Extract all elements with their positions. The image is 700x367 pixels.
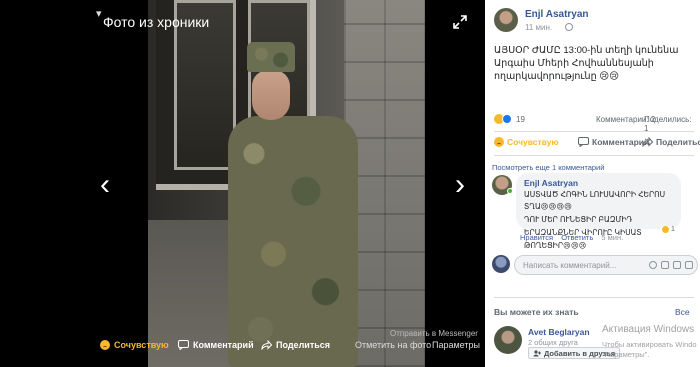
comment-actions: Нравится Ответить 5 мин. <box>520 233 629 242</box>
online-status-dot <box>507 188 513 194</box>
comment-icon <box>178 340 189 350</box>
sad-emoji-icon <box>494 137 504 147</box>
divider <box>494 297 694 298</box>
windows-activation-watermark: Активация Windows <box>602 324 695 335</box>
post-photo[interactable] <box>148 0 425 367</box>
subject-face <box>252 70 290 120</box>
photo-options-button[interactable]: Параметры <box>432 340 480 350</box>
author-avatar[interactable] <box>494 8 518 32</box>
viewer-share-button[interactable]: Поделиться <box>261 340 330 350</box>
comment-reply-link[interactable]: Ответить <box>561 233 593 242</box>
post-side-panel: Enjl Asatryan 11 мин. ԱՅՍՕՐ ԺԱՄԸ 13:00-ի… <box>485 0 700 367</box>
viewer-sympathy-button[interactable]: Сочувствую <box>100 340 169 350</box>
share-icon <box>642 137 653 147</box>
suggested-friend-name[interactable]: Avet Beglaryan <box>528 327 590 337</box>
send-in-messenger-link[interactable]: Отправить в Messenger <box>390 329 478 338</box>
comment-timestamp[interactable]: 5 мин. <box>601 233 623 242</box>
people-you-may-know-header: Вы можете их знать <box>494 307 579 317</box>
viewer-sympathy-label: Сочувствую <box>114 340 169 350</box>
reaction-icons <box>494 114 512 124</box>
post-actions: Сочувствую Комментарий Поделиться <box>494 137 700 149</box>
divider <box>494 131 694 132</box>
post-sympathy-label: Сочувствую <box>507 137 559 147</box>
composer-icons <box>649 261 693 269</box>
comment-like-link[interactable]: Нравится <box>520 233 553 242</box>
sad-reaction-icon <box>662 226 669 233</box>
next-photo-arrow-icon[interactable]: › <box>455 170 475 200</box>
reactions-summary[interactable]: 19 Комментарии: 2 Поделились: 1 <box>494 114 694 133</box>
viewer-comment-label: Комментарий <box>193 340 254 350</box>
post-share-label: Поделиться <box>656 137 700 147</box>
sticker-icon[interactable] <box>685 261 693 269</box>
post-comment-button[interactable]: Комментарий <box>578 137 649 147</box>
windows-activation-line: "Параметры". <box>602 350 650 359</box>
subject-uniform <box>228 116 358 367</box>
add-friend-icon <box>533 349 541 356</box>
subject-cap <box>247 42 295 72</box>
view-more-comments-link[interactable]: Посмотреть еще 1 комментарий <box>492 163 604 172</box>
divider <box>494 155 694 156</box>
comment-icon <box>578 137 589 147</box>
reactions-count: 19 <box>516 115 525 124</box>
comment-input-placeholder: Написать комментарий... <box>523 261 617 270</box>
post-share-button[interactable]: Поделиться <box>642 137 700 147</box>
comment-author[interactable]: Enjl Asatryan <box>524 178 673 188</box>
tag-photo-button[interactable]: Отметить на фото <box>355 340 431 350</box>
viewer-avatar <box>492 255 510 273</box>
post-author-row <box>494 8 518 32</box>
post-text: ԱՅՍՕՐ ԺԱՄԸ 13:00-ին տեղի կունենա Արգաիս … <box>494 45 679 82</box>
post-comment-label: Комментарий <box>592 137 650 147</box>
viewer-share-label: Поделиться <box>276 340 331 350</box>
emoji-icon[interactable] <box>649 261 657 269</box>
photo-viewer-title: Фото из хроники <box>103 14 210 30</box>
share-icon <box>261 340 272 350</box>
windows-activation-subtext: Чтобы активировать Windo "Параметры". <box>602 340 697 360</box>
comment-text-line: ԴՈՒ ՄԵՐ ՈՒՆԵՑԻՐ ԲԱԶՄԻԴ <box>524 215 633 224</box>
suggested-friend-avatar[interactable] <box>494 326 522 354</box>
photo-action-bar: Сочувствую Комментарий Поделиться Отмети… <box>96 340 485 358</box>
camera-icon[interactable] <box>661 261 669 269</box>
comment-bubble: Enjl Asatryan ԱՍՏՎԱԾ ՀՈԳԻՆ ԼՈՒՍԱՎՈՐԻ ՀԵՐ… <box>516 173 681 250</box>
comment-composer: Написать комментарий... <box>492 255 698 275</box>
globe-icon <box>565 23 573 31</box>
gif-icon[interactable] <box>673 261 681 269</box>
comment-reaction-badge[interactable]: 1 <box>660 226 677 233</box>
photo-subject <box>228 42 358 367</box>
comment-input[interactable]: Написать комментарий... <box>514 255 698 275</box>
comment-reaction-count: 1 <box>671 226 675 233</box>
viewer-comment-button[interactable]: Комментарий <box>178 340 254 350</box>
post-author-name[interactable]: Enjl Asatryan <box>525 9 589 20</box>
previous-photo-arrow-icon[interactable]: ‹ <box>100 170 120 200</box>
mutual-friends-count[interactable]: 2 общих друга <box>528 338 578 347</box>
photo-viewer: ▾ Фото из хроники ‹ › Отправить в Messen… <box>0 0 485 367</box>
see-all-link[interactable]: Все <box>675 307 690 317</box>
windows-activation-line: Чтобы активировать Windo <box>602 340 697 349</box>
expand-icon[interactable] <box>452 14 468 30</box>
sad-emoji-icon <box>100 340 110 350</box>
comment-text-line: ԱՍՏՎԱԾ ՀՈԳԻՆ ԼՈՒՍԱՎՈՐԻ ՀԵՐՈՍ ՏՂԱ😢😢😢😢 <box>524 190 666 211</box>
post-timestamp[interactable]: 11 мин. <box>525 23 552 32</box>
like-reaction-icon <box>502 114 512 124</box>
post-sympathy-button[interactable]: Сочувствую <box>494 137 559 147</box>
